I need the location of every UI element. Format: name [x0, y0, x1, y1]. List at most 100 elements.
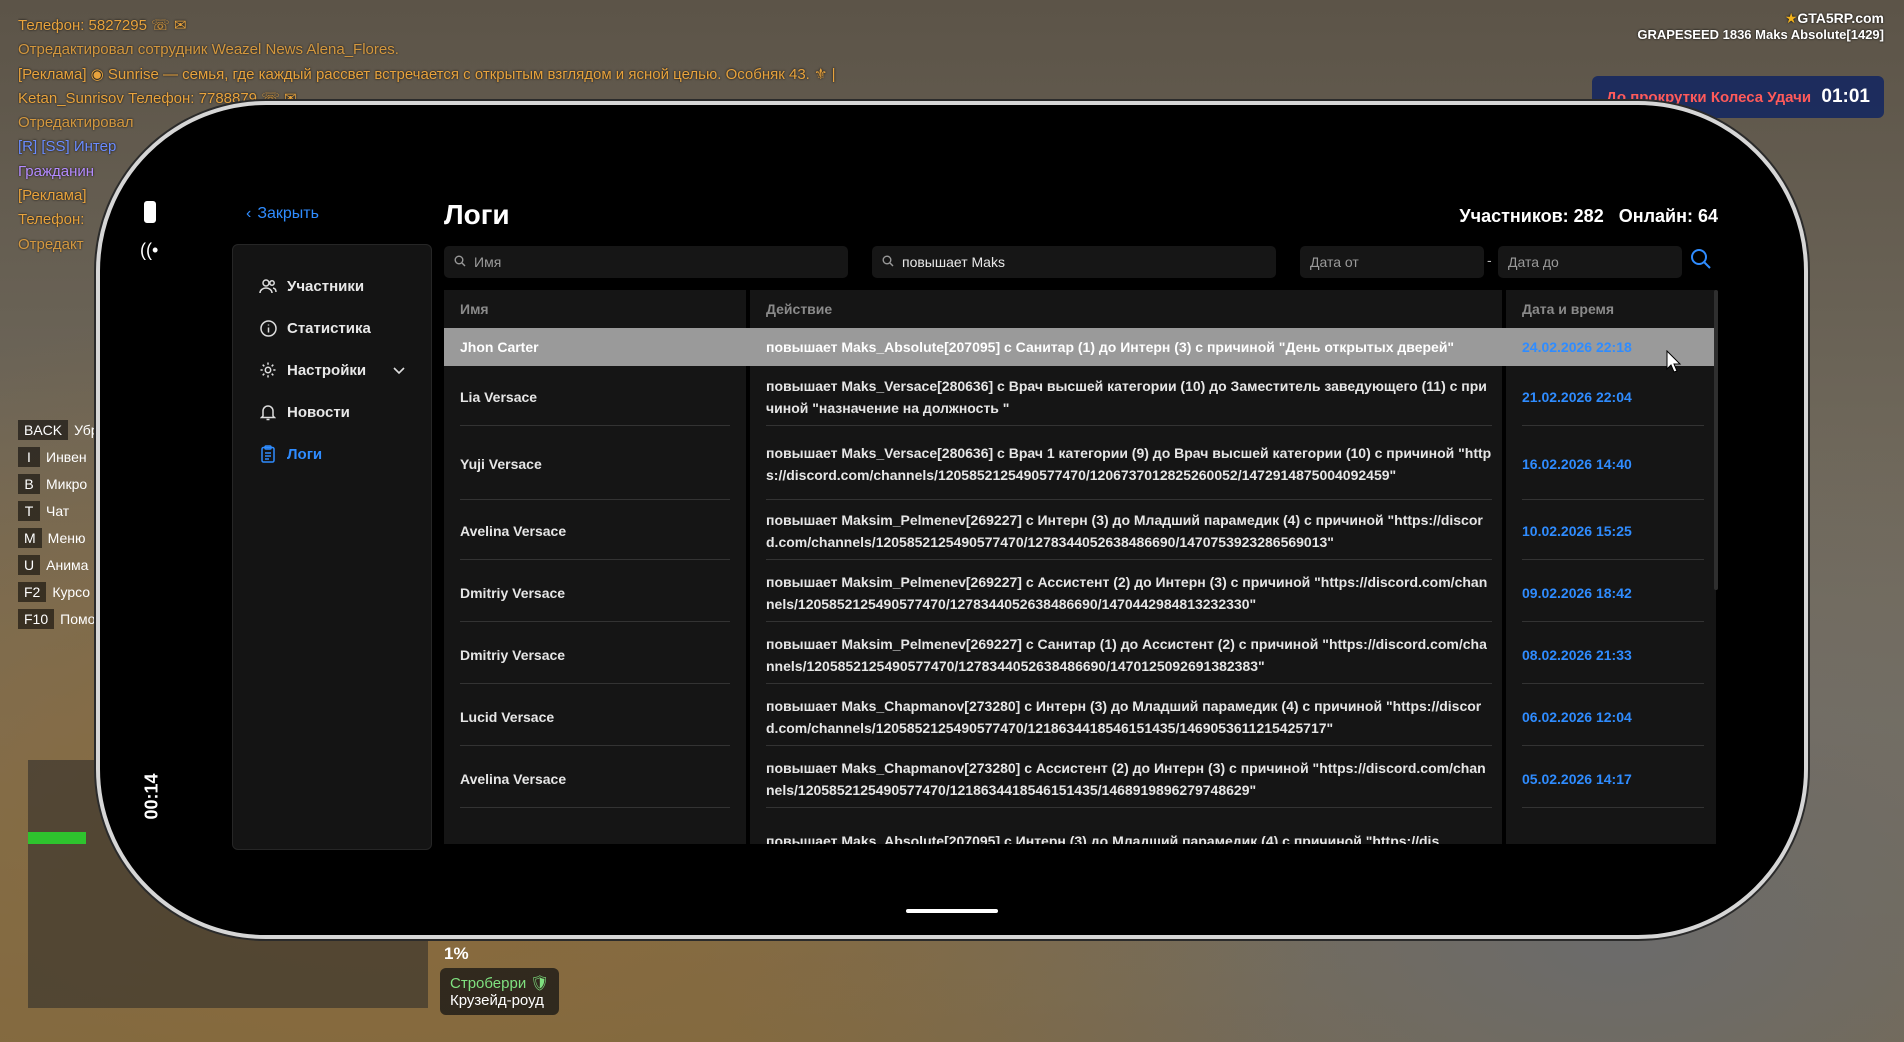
table-cell-action[interactable]: повышает Maks_Absolute[207095] с Санитар…: [766, 328, 1492, 366]
action-search-input[interactable]: [902, 254, 1266, 270]
chat-line: Телефон: 5827295 ☏ ✉: [18, 17, 187, 34]
key-label: Курсо: [52, 583, 91, 600]
table-cell-name[interactable]: Avelina Versace: [460, 502, 730, 560]
key-label: Убр: [74, 421, 99, 438]
table-cell-action[interactable]: повышает Maksim_Pelmenev[269227] с Санит…: [766, 626, 1492, 684]
close-label: Закрыть: [257, 205, 319, 222]
key-hint: F10 Помо: [18, 605, 99, 632]
table-cell-name[interactable]: Dmitriy Versace: [460, 564, 730, 622]
server-line: GRAPESEED 1836 Maks Absolute[1429]: [1637, 27, 1884, 42]
sidebar-item-news[interactable]: Новости: [233, 391, 431, 433]
key-hint: BACK Убр: [18, 416, 99, 443]
health-bar: [28, 832, 86, 844]
key-cap: F2: [18, 581, 47, 602]
search-icon: [1691, 249, 1711, 269]
date-to-input[interactable]: [1508, 254, 1672, 270]
key-cap: I: [18, 446, 40, 467]
name-search-input[interactable]: [474, 254, 838, 270]
server-logo: ★GTA5RP.com: [1637, 10, 1884, 27]
server-info: ★GTA5RP.com GRAPESEED 1836 Maks Absolute…: [1637, 10, 1884, 42]
bell-icon: [259, 403, 277, 421]
table-cell-action[interactable]: повышает Maksim_Pelmenev[269227] с Ассис…: [766, 564, 1492, 622]
gear-icon: [259, 361, 277, 379]
table-cell-date: 06.02.2026 12:04: [1522, 688, 1704, 746]
sidebar-item-statistics[interactable]: Статистика: [233, 307, 431, 349]
key-hint: F2 Курсо: [18, 578, 99, 605]
chat-line: [Реклама] ◉ Sunrise — семья, где каждый …: [18, 65, 836, 83]
table-cell-name[interactable]: Lia Versace: [460, 368, 730, 426]
key-cap: T: [18, 500, 40, 521]
key-cap: BACK: [18, 419, 69, 440]
phone-clock: 00:14: [141, 773, 162, 820]
info-icon: [259, 319, 277, 337]
key-label: Микро: [46, 475, 88, 492]
wheel-time: 01:01: [1821, 86, 1870, 107]
mouse-cursor: [1666, 349, 1682, 379]
table-cell-name[interactable]: [460, 812, 730, 844]
online-count: Онлайн: 64: [1618, 206, 1718, 226]
table-cell-action[interactable]: повышает Maks_Versace[280636] с Врач выс…: [766, 368, 1492, 426]
clipboard-icon: [259, 445, 277, 463]
name-search[interactable]: [444, 246, 848, 278]
percent-indicator: 1%: [444, 944, 469, 963]
battery-icon: [144, 201, 156, 223]
sidebar-item-label: Новости: [287, 403, 350, 421]
table-cell-date: 16.02.2026 14:40: [1522, 428, 1704, 500]
key-hint: I Инвен: [18, 443, 99, 470]
location-street: Крузейд-роуд: [450, 992, 544, 1009]
date-to-field[interactable]: [1498, 246, 1682, 278]
users-icon: [259, 277, 277, 295]
key-hint: M Меню: [18, 524, 99, 551]
date-range-dash: -: [1487, 252, 1492, 268]
table-cell-date: 09.02.2026 18:42: [1522, 564, 1704, 622]
chevron-down-icon[interactable]: [393, 362, 405, 379]
table-cell-name[interactable]: Dmitriy Versace: [460, 626, 730, 684]
key-label: Инвен: [46, 448, 87, 465]
action-search[interactable]: [872, 246, 1276, 278]
header-date[interactable]: Дата и время: [1506, 290, 1716, 328]
search-button[interactable]: [1690, 248, 1712, 275]
key-label: Анима: [46, 556, 89, 573]
table-cell-name[interactable]: Lucid Versace: [460, 688, 730, 746]
date-from-field[interactable]: [1300, 246, 1484, 278]
search-icon: [454, 254, 466, 270]
key-hint: T Чат: [18, 497, 99, 524]
table-cell-name[interactable]: Avelina Versace: [460, 750, 730, 808]
table-cell-date: 05.02.2026 14:17: [1522, 750, 1704, 808]
table-cell-date: 10.02.2026 15:25: [1522, 502, 1704, 560]
key-cap: F10: [18, 608, 55, 629]
members-count: Участников: 282: [1459, 206, 1604, 226]
table-cell-date: 08.02.2026 21:33: [1522, 626, 1704, 684]
close-button[interactable]: ‹ Закрыть: [246, 205, 319, 223]
key-label: Меню: [47, 529, 86, 546]
table-cell-name[interactable]: Jhon Carter: [460, 328, 730, 366]
logs-table: Имя Действие Дата и время Jhon Carter пов…: [444, 290, 1716, 844]
table-cell-action[interactable]: повышает Maks_Versace[280636] с Врач 1 к…: [766, 428, 1492, 500]
home-indicator[interactable]: [906, 909, 998, 913]
table-cell-action[interactable]: повышает Maks_Chapmanov[273280] с Ассист…: [766, 750, 1492, 808]
star-icon: ★: [1784, 10, 1798, 26]
sidebar: Участники Статистика Настройки Новости Л…: [232, 244, 432, 850]
date-from-input[interactable]: [1310, 254, 1474, 270]
signal-icon: ((•: [140, 240, 159, 260]
sidebar-item-members[interactable]: Участники: [233, 265, 431, 307]
header-name[interactable]: Имя: [444, 290, 746, 328]
key-label: Чат: [46, 502, 70, 519]
location-box: Строберри 🛡 Крузейд-роуд: [440, 968, 560, 1015]
key-hint: B Микро: [18, 470, 99, 497]
chevron-left-icon: ‹: [246, 205, 252, 222]
table-cell-name[interactable]: Yuji Versace: [460, 428, 730, 500]
member-counts: Участников: 282 Онлайн: 64: [1459, 206, 1718, 227]
key-hints: BACK Убр I Инвен B Микро T Чат M Меню U Анима F2 Курс…: [18, 416, 99, 632]
key-cap: B: [18, 473, 40, 494]
header-action[interactable]: Действие: [750, 290, 1502, 328]
table-scrollbar[interactable]: [1714, 290, 1718, 590]
table-cell-action[interactable]: повышает Maksim_Pelmenev[269227] с Интер…: [766, 502, 1492, 560]
table-cell-action[interactable]: повышает Maks_Chapmanov[273280] с Интерн…: [766, 688, 1492, 746]
sidebar-item-logs[interactable]: Логи: [233, 433, 431, 475]
chat-line: Отредактировал сотрудник Weazel News Ale…: [18, 41, 399, 59]
server-logo-text: GTA5RP.com: [1797, 10, 1884, 26]
sidebar-item-settings[interactable]: Настройки: [233, 349, 431, 391]
table-cell-action[interactable]: повышает Maks_Absolute[207095] с Интерн …: [766, 812, 1492, 845]
key-hint: U Анима: [18, 551, 99, 578]
